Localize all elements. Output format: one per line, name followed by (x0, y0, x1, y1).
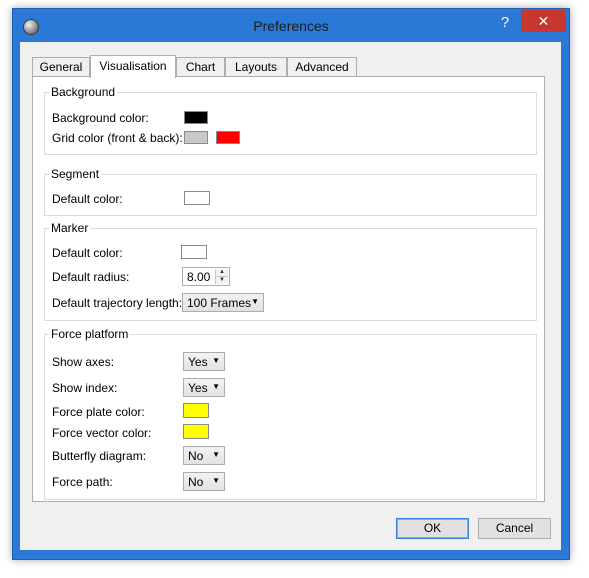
segment-group-title: Segment (49, 167, 102, 181)
dialog-body: General Visualisation Chart Layouts Adva… (20, 42, 561, 550)
close-button[interactable]: ✕ (521, 10, 566, 32)
tab-general[interactable]: General (32, 57, 90, 76)
background-color-swatch[interactable] (184, 111, 208, 124)
radius-spin-buttons: ▲ ▼ (215, 269, 228, 284)
show-index-dropdown[interactable]: Yes ▼ (183, 378, 225, 397)
visualisation-panel: Background Background color: Grid color … (32, 76, 545, 502)
ok-button[interactable]: OK (396, 518, 469, 539)
background-color-label: Background color: (52, 111, 149, 125)
marker-group-title: Marker (49, 221, 91, 235)
segment-default-color-label: Default color: (52, 192, 123, 206)
show-axes-value: Yes (188, 355, 208, 369)
trajectory-length-label: Default trajectory length: (52, 296, 183, 310)
background-group: Background Background color: Grid color … (44, 85, 537, 155)
butterfly-diagram-dropdown[interactable]: No ▼ (183, 446, 225, 465)
spin-up-icon[interactable]: ▲ (216, 269, 228, 277)
chevron-down-icon: ▼ (212, 382, 220, 391)
default-radius-spinbox[interactable]: 8.00 ▲ ▼ (182, 267, 230, 286)
chevron-down-icon: ▼ (212, 476, 220, 485)
force-plate-color-label: Force plate color: (52, 405, 145, 419)
show-index-value: Yes (188, 381, 208, 395)
cancel-button[interactable]: Cancel (478, 518, 551, 539)
marker-default-color-swatch[interactable] (181, 245, 207, 259)
trajectory-length-dropdown[interactable]: 100 Frames ▼ (182, 293, 264, 312)
preferences-window: Preferences ? ✕ General Visualisation Ch… (12, 8, 570, 560)
marker-default-color-label: Default color: (52, 246, 123, 260)
chevron-down-icon: ▼ (251, 297, 259, 306)
force-path-dropdown[interactable]: No ▼ (183, 472, 225, 491)
force-vector-color-swatch[interactable] (183, 424, 209, 439)
force-platform-group-title: Force platform (49, 327, 131, 341)
tab-layouts[interactable]: Layouts (225, 57, 287, 76)
close-icon: ✕ (537, 13, 550, 29)
force-path-label: Force path: (52, 475, 113, 489)
force-path-value: No (188, 475, 204, 489)
default-radius-value: 8.00 (187, 270, 211, 284)
marker-group: Marker Default color: Default radius: 8.… (44, 221, 537, 321)
show-axes-label: Show axes: (52, 355, 115, 369)
show-axes-dropdown[interactable]: Yes ▼ (183, 352, 225, 371)
spin-down-icon[interactable]: ▼ (216, 277, 228, 284)
title-bar[interactable]: Preferences ? ✕ (13, 9, 569, 42)
force-vector-color-label: Force vector color: (52, 426, 152, 440)
segment-default-color-swatch[interactable] (184, 191, 210, 205)
grid-front-color-swatch[interactable] (184, 131, 208, 144)
chevron-down-icon: ▼ (212, 450, 220, 459)
force-platform-group: Force platform Show axes: Yes ▼ Show ind… (44, 327, 537, 500)
background-group-title: Background (49, 85, 118, 99)
tab-advanced[interactable]: Advanced (287, 57, 357, 76)
show-index-label: Show index: (52, 381, 118, 395)
force-plate-color-swatch[interactable] (183, 403, 209, 418)
window-title: Preferences (253, 18, 329, 34)
butterfly-diagram-label: Butterfly diagram: (52, 449, 147, 463)
grid-color-label: Grid color (front & back): (52, 131, 183, 145)
help-button[interactable]: ? (495, 13, 515, 33)
grid-back-color-swatch[interactable] (216, 131, 240, 144)
segment-group: Segment Default color: (44, 167, 537, 216)
trajectory-length-value: 100 Frames (187, 296, 252, 310)
butterfly-diagram-value: No (188, 449, 204, 463)
default-radius-label: Default radius: (52, 270, 130, 284)
chevron-down-icon: ▼ (212, 356, 220, 365)
tab-visualisation[interactable]: Visualisation (90, 55, 176, 78)
tab-chart[interactable]: Chart (176, 57, 225, 76)
